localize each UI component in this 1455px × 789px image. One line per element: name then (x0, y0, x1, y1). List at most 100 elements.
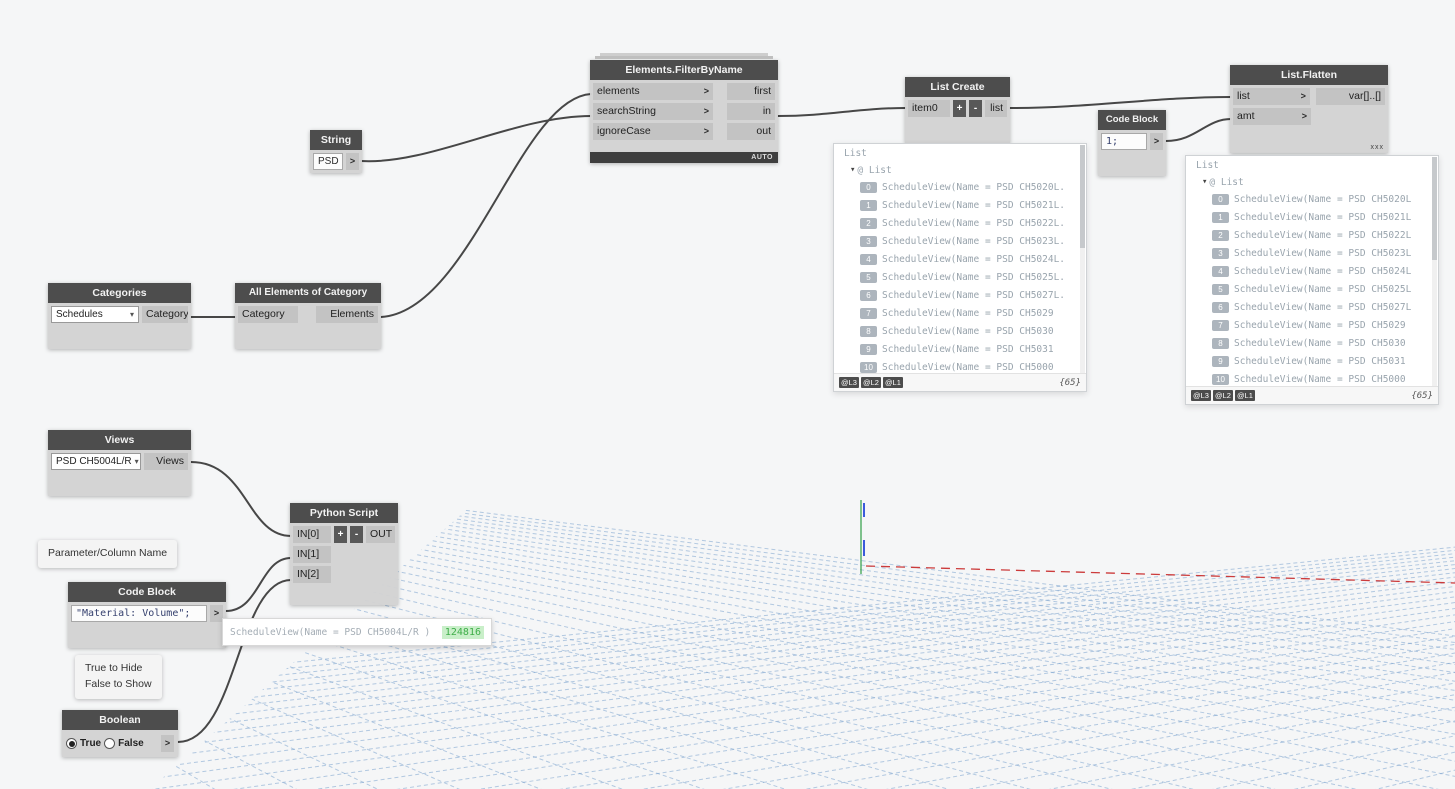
scrollbar-thumb[interactable] (1080, 145, 1085, 248)
python-output-port[interactable]: OUT (366, 526, 395, 543)
wire-views-to-in0[interactable] (190, 461, 292, 537)
level-badge[interactable]: @L3 (839, 377, 859, 388)
wire-filter-to-listcreate[interactable] (777, 107, 907, 117)
level-badge[interactable]: @L1 (882, 377, 903, 388)
node-categories-header[interactable]: Categories (48, 283, 191, 303)
list-item: 8 ScheduleView(Name = PSD CH5030 (834, 322, 1086, 340)
node-code-block-amt-header[interactable]: Code Block (1098, 110, 1166, 130)
dynamo-workspace-canvas[interactable]: String PSD > Categories Schedules ▾ Cate… (0, 0, 1455, 789)
collapse-arrow-icon[interactable]: ▾ (850, 165, 855, 175)
grid-line (1259, 398, 1455, 789)
code-block-amt-output-port[interactable]: > (1150, 133, 1163, 150)
remove-port-button[interactable]: - (350, 526, 363, 543)
list-index-badge: 3 (1212, 247, 1229, 259)
flatten-input-list[interactable]: list > (1233, 88, 1310, 105)
string-output-port[interactable]: > (346, 153, 359, 170)
node-elements-filter-by-name[interactable]: Elements.FilterByName elements > first s… (590, 53, 778, 163)
node-code-block-amt[interactable]: Code Block 1; > (1098, 110, 1166, 176)
preview-scrollbar[interactable] (1432, 157, 1437, 386)
node-views-header[interactable]: Views (48, 430, 191, 450)
boolean-true-radio[interactable]: True (66, 738, 101, 749)
node-code-block-param[interactable]: Code Block "Material: Volume"; > (68, 582, 226, 648)
remove-port-button[interactable]: - (969, 100, 982, 117)
node-list-create[interactable]: List Create item0 + - list (905, 77, 1010, 143)
list-index-badge: 10 (860, 361, 877, 373)
list-index-badge: 9 (1212, 355, 1229, 367)
list-item-text: ScheduleView(Name = PSD CH5022L. (882, 217, 1066, 229)
filter-output-in[interactable]: in (727, 103, 775, 120)
level-badge[interactable]: @L2 (1212, 390, 1233, 401)
code-block-param-input[interactable]: "Material: Volume"; (71, 605, 207, 622)
flatten-lacing-indicator[interactable]: xxx (1371, 144, 1385, 151)
level-badge[interactable]: @L3 (1191, 390, 1211, 401)
node-list-flatten-header[interactable]: List.Flatten (1230, 65, 1388, 85)
node-categories[interactable]: Categories Schedules ▾ Category (48, 283, 191, 349)
node-python-script[interactable]: Python Script IN[0] + - OUT IN[1] IN[2] (290, 503, 398, 605)
views-dropdown[interactable]: PSD CH5004L/R ▾ (51, 453, 141, 470)
list-create-input-item0[interactable]: item0 (908, 100, 950, 117)
collapse-arrow-icon[interactable]: ▾ (1202, 177, 1207, 187)
preview-root-label: List (844, 148, 867, 159)
flatten-input-amt[interactable]: amt > (1233, 108, 1311, 125)
stacked-sheet-icon (600, 53, 768, 56)
boolean-false-radio[interactable]: False (104, 738, 144, 749)
list-flatten-preview-bubble: List ▾ @ List 0 ScheduleView(Name = PSD C… (1185, 155, 1439, 405)
node-boolean[interactable]: Boolean True False > (62, 710, 178, 757)
add-port-button[interactable]: + (953, 100, 966, 117)
wire-string-to-searchstring[interactable] (360, 115, 592, 163)
node-list-flatten[interactable]: List.Flatten list > var[]..[] amt > xxx (1230, 65, 1388, 153)
wire-codeblock-to-amt[interactable] (1165, 118, 1232, 142)
list-create-output-port[interactable]: list (985, 100, 1007, 117)
level-badge[interactable]: @L2 (860, 377, 881, 388)
node-code-block-param-header[interactable]: Code Block (68, 582, 226, 602)
node-views[interactable]: Views PSD CH5004L/R ▾ Views (48, 430, 191, 496)
filter-output-out[interactable]: out (727, 123, 775, 140)
port-chevron-icon: > (1301, 111, 1307, 121)
list-item-text: ScheduleView(Name = PSD CH5025L (1234, 283, 1412, 295)
preview-group-row[interactable]: ▾ @ List (1186, 174, 1438, 190)
node-list-create-header[interactable]: List Create (905, 77, 1010, 97)
node-filter-header[interactable]: Elements.FilterByName (590, 60, 778, 80)
wire-codeblock-to-in1[interactable] (225, 557, 292, 612)
list-index-badge: 1 (1212, 211, 1229, 223)
list-index-badge: 5 (1212, 283, 1229, 295)
filter-input-ignorecase[interactable]: ignoreCase > (593, 123, 713, 140)
all-elements-output-port[interactable]: Elements (316, 306, 378, 323)
scrollbar-thumb[interactable] (1432, 157, 1437, 261)
wire-listcreate-to-flatten[interactable] (1009, 96, 1232, 109)
node-string-header[interactable]: String (310, 130, 362, 150)
all-elements-input-port[interactable]: Category (238, 306, 298, 323)
list-index-badge: 7 (1212, 319, 1229, 331)
python-input-in0[interactable]: IN[0] (293, 526, 331, 543)
add-port-button[interactable]: + (334, 526, 347, 543)
categories-output-port[interactable]: Category (142, 306, 188, 323)
filter-input-elements[interactable]: elements > (593, 83, 713, 100)
preview-group-label: @ List (1209, 176, 1244, 188)
filter-lacing-auto[interactable]: AUTO (590, 152, 778, 163)
node-python-header[interactable]: Python Script (290, 503, 398, 523)
views-output-port[interactable]: Views (144, 453, 188, 470)
preview-group-row[interactable]: ▾ @ List (834, 162, 1086, 178)
grid-line (431, 398, 1455, 789)
boolean-output-port[interactable]: > (161, 735, 174, 752)
filter-output-first[interactable]: first (727, 83, 775, 100)
wire-allelements-to-elements[interactable] (380, 93, 592, 318)
list-index-badge: 2 (1212, 229, 1229, 241)
level-badge[interactable]: @L1 (1234, 390, 1255, 401)
node-all-elements-of-category[interactable]: All Elements of Category Category Elemen… (235, 283, 381, 349)
categories-dropdown[interactable]: Schedules ▾ (51, 306, 139, 323)
code-block-amt-input[interactable]: 1; (1101, 133, 1147, 150)
node-string[interactable]: String PSD > (310, 130, 362, 173)
node-boolean-header[interactable]: Boolean (62, 710, 178, 730)
python-input-in2[interactable]: IN[2] (293, 566, 331, 583)
python-input-in1[interactable]: IN[1] (293, 546, 331, 563)
filter-input-searchstring[interactable]: searchString > (593, 103, 713, 120)
flatten-output-port[interactable]: var[]..[] (1315, 88, 1385, 105)
chevron-down-icon: ▾ (134, 457, 139, 466)
node-all-elements-header[interactable]: All Elements of Category (235, 283, 381, 303)
node-filter-spacer (593, 143, 775, 152)
string-value-input[interactable]: PSD (313, 153, 343, 170)
preview-scrollbar[interactable] (1080, 145, 1085, 373)
node-list-create-body: item0 + - list (905, 97, 1010, 143)
list-item: 4 ScheduleView(Name = PSD CH5024L (1186, 262, 1438, 280)
